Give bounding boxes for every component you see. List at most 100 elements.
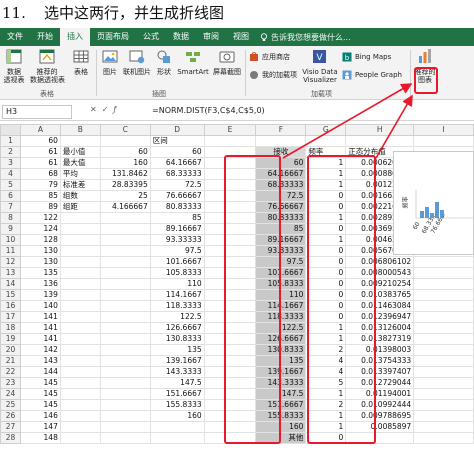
row-header[interactable]: 1	[0, 135, 21, 147]
cell-i28[interactable]	[413, 432, 474, 444]
cell-g11[interactable]: 0	[305, 245, 347, 257]
row-header[interactable]: 27	[0, 421, 21, 433]
cell-f13[interactable]: 101.6667	[255, 267, 307, 279]
cell-f27[interactable]: 160	[255, 421, 307, 433]
row-header[interactable]: 28	[0, 432, 21, 444]
cell-e23[interactable]	[203, 377, 257, 389]
tab-data[interactable]: 数据	[166, 28, 196, 46]
cell-g17[interactable]: 0	[305, 311, 347, 323]
cell-e25[interactable]	[203, 399, 257, 411]
cell-e10[interactable]	[203, 234, 257, 246]
smartart-button[interactable]: SmartArt	[176, 49, 210, 76]
cell-g19[interactable]: 1	[305, 333, 347, 345]
row-header[interactable]: 8	[0, 212, 21, 224]
cell-b27[interactable]	[59, 421, 101, 433]
row-header[interactable]: 19	[0, 333, 21, 345]
cell-b13[interactable]	[59, 267, 101, 279]
cell-a15[interactable]: 139	[19, 289, 61, 301]
cell-h22[interactable]: 0.013397407	[345, 366, 415, 378]
recommended-pivot-button[interactable]: 推荐的 数据透视表	[30, 49, 65, 84]
cell-g23[interactable]: 5	[305, 377, 347, 389]
cell-d7[interactable]: 80.83333	[149, 201, 205, 213]
cell-e4[interactable]	[203, 168, 257, 180]
column-header-e[interactable]: E	[203, 124, 257, 136]
cell-c9[interactable]	[99, 223, 151, 235]
column-header-d[interactable]: D	[149, 124, 205, 136]
cell-i26[interactable]	[413, 410, 474, 422]
cell-h18[interactable]: 0.013126004	[345, 322, 415, 334]
cell-g25[interactable]: 2	[305, 399, 347, 411]
cell-e16[interactable]	[203, 300, 257, 312]
cell-i24[interactable]	[413, 388, 474, 400]
row-header[interactable]: 10	[0, 234, 21, 246]
cell-b16[interactable]	[59, 300, 101, 312]
cell-d3[interactable]: 64.16667	[149, 157, 205, 169]
cell-d24[interactable]: 151.6667	[149, 388, 205, 400]
cell-h19[interactable]: 0.013827319	[345, 333, 415, 345]
row-header[interactable]: 16	[0, 300, 21, 312]
cell-b21[interactable]	[59, 355, 101, 367]
cell-c27[interactable]	[99, 421, 151, 433]
row-header[interactable]: 26	[0, 410, 21, 422]
cell-g12[interactable]: 0	[305, 256, 347, 268]
row-header[interactable]: 15	[0, 289, 21, 301]
cell-d16[interactable]: 118.3333	[149, 300, 205, 312]
cell-d17[interactable]: 122.5	[149, 311, 205, 323]
cell-f10[interactable]: 89.16667	[255, 234, 307, 246]
cell-g16[interactable]: 0	[305, 300, 347, 312]
cell-a23[interactable]: 145	[19, 377, 61, 389]
cell-e21[interactable]	[203, 355, 257, 367]
chart-preview[interactable]: 频率 60 68.33... 76.66...	[393, 151, 474, 255]
cell-h24[interactable]: 0.01194001	[345, 388, 415, 400]
cell-c16[interactable]	[99, 300, 151, 312]
cell-i23[interactable]	[413, 377, 474, 389]
cell-f18[interactable]: 122.5	[255, 322, 307, 334]
cell-d19[interactable]: 130.8333	[149, 333, 205, 345]
store-button[interactable]: 应用商店	[249, 52, 290, 62]
row-header[interactable]: 20	[0, 344, 21, 356]
cell-a13[interactable]: 135	[19, 267, 61, 279]
my-addins-button[interactable]: 我的加载项	[249, 70, 297, 80]
cell-a6[interactable]: 85	[19, 190, 61, 202]
cell-d1[interactable]: 区间	[149, 135, 205, 147]
cell-d22[interactable]: 143.3333	[149, 366, 205, 378]
cell-a3[interactable]: 61	[19, 157, 61, 169]
tab-file[interactable]: 文件	[0, 28, 30, 46]
cell-i14[interactable]	[413, 278, 474, 290]
row-header[interactable]: 14	[0, 278, 21, 290]
cell-b1[interactable]	[59, 135, 101, 147]
cell-c15[interactable]	[99, 289, 151, 301]
cell-i22[interactable]	[413, 366, 474, 378]
cell-f6[interactable]: 72.5	[255, 190, 307, 202]
cell-h28[interactable]	[345, 432, 415, 444]
row-header[interactable]: 6	[0, 190, 21, 202]
row-header[interactable]: 5	[0, 179, 21, 191]
cell-h20[interactable]: 0.01398003	[345, 344, 415, 356]
cell-c8[interactable]	[99, 212, 151, 224]
cell-f12[interactable]: 97.5	[255, 256, 307, 268]
bing-maps-button[interactable]: b Bing Maps	[342, 52, 391, 62]
cell-e5[interactable]	[203, 179, 257, 191]
cell-f21[interactable]: 135	[255, 355, 307, 367]
cell-f22[interactable]: 139.1667	[255, 366, 307, 378]
cell-e8[interactable]	[203, 212, 257, 224]
cell-a12[interactable]: 130	[19, 256, 61, 268]
picture-button[interactable]: 图片	[99, 49, 121, 76]
cell-e17[interactable]	[203, 311, 257, 323]
cell-g5[interactable]: 1	[305, 179, 347, 191]
cell-f8[interactable]: 80.83333	[255, 212, 307, 224]
cell-h21[interactable]: 0.013754333	[345, 355, 415, 367]
cell-c24[interactable]	[99, 388, 151, 400]
tab-home[interactable]: 开始	[30, 28, 60, 46]
row-header[interactable]: 3	[0, 157, 21, 169]
cell-g2[interactable]: 频率	[305, 146, 347, 158]
cell-b22[interactable]	[59, 366, 101, 378]
row-header[interactable]: 18	[0, 322, 21, 334]
cell-f3[interactable]: 60	[255, 157, 307, 169]
pivot-table-button[interactable]: 数据 透视表	[2, 49, 26, 84]
cell-f24[interactable]: 147.5	[255, 388, 307, 400]
cell-g15[interactable]: 0	[305, 289, 347, 301]
enter-icon[interactable]: ✓	[102, 105, 114, 114]
cell-c19[interactable]	[99, 333, 151, 345]
people-graph-button[interactable]: People Graph	[342, 70, 402, 80]
